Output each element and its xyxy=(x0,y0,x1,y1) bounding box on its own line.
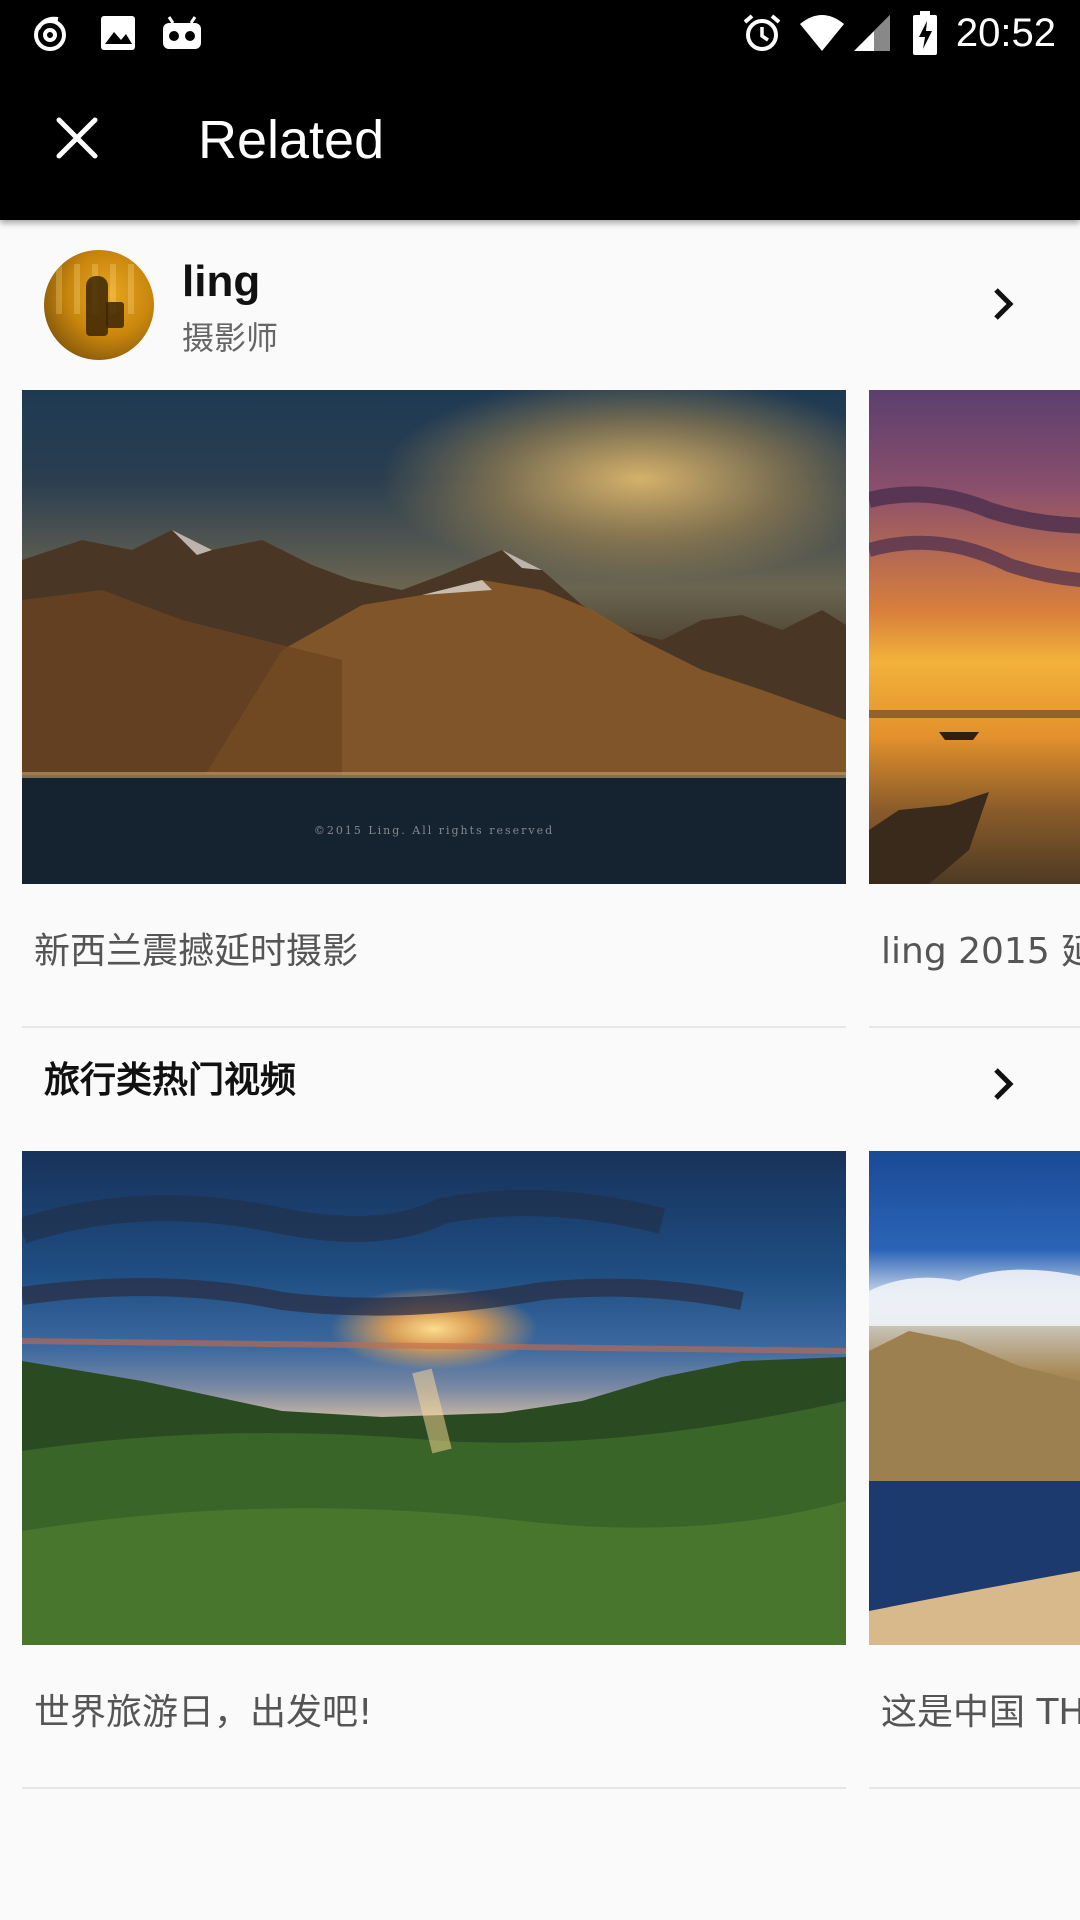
video-card[interactable]: 这是中国 TH xyxy=(869,1151,1080,1851)
app-bar: Related xyxy=(0,66,1080,220)
video-thumbnail[interactable] xyxy=(22,1151,846,1645)
chevron-right-icon[interactable] xyxy=(984,284,1024,324)
video-caption: 新西兰震撼延时摄影 xyxy=(34,931,359,972)
related-content[interactable]: ling 摄影师 ©2015 Ling. All rights reserved… xyxy=(0,220,1080,1920)
avatar[interactable] xyxy=(44,250,154,360)
video-caption: 这是中国 TH xyxy=(881,1692,1080,1733)
section-title: 旅行类热门视频 xyxy=(44,1060,297,1101)
battery-charging-icon xyxy=(910,11,940,55)
screen: 20:52 Related ling 摄影师 ©2015 Ling. All r… xyxy=(0,0,1080,1920)
image-icon xyxy=(96,11,140,55)
author-row[interactable]: ling 摄影师 xyxy=(0,220,1080,390)
status-time: 20:52 xyxy=(955,11,1056,55)
status-bar: 20:52 xyxy=(0,0,1080,66)
video-caption: ling 2015 延 xyxy=(881,931,1080,972)
divider xyxy=(22,1787,846,1789)
author-name: ling xyxy=(182,257,261,306)
chevron-right-icon[interactable] xyxy=(984,1064,1024,1104)
video-card[interactable]: 世界旅游日，出发吧! xyxy=(22,1151,846,1851)
video-caption: 世界旅游日，出发吧! xyxy=(34,1692,373,1733)
divider xyxy=(869,1026,1080,1028)
notification-swirl-icon xyxy=(28,11,72,55)
alarm-icon xyxy=(738,11,786,55)
robot-icon xyxy=(160,11,204,55)
signal-icon xyxy=(850,11,894,55)
video-card[interactable]: ©2015 Ling. All rights reserved 新西兰震撼延时摄… xyxy=(22,390,846,1250)
video-thumbnail[interactable]: ©2015 Ling. All rights reserved xyxy=(22,390,846,884)
page-title: Related xyxy=(198,110,385,170)
divider xyxy=(22,1026,846,1028)
close-icon xyxy=(55,116,99,164)
divider xyxy=(869,1787,1080,1789)
close-button[interactable] xyxy=(40,103,114,177)
video-card[interactable]: ling 2015 延 xyxy=(869,390,1080,1250)
wifi-icon xyxy=(798,11,846,55)
video-thumbnail[interactable] xyxy=(869,1151,1080,1645)
image-watermark: ©2015 Ling. All rights reserved xyxy=(313,824,555,837)
author-subtitle: 摄影师 xyxy=(182,319,279,357)
video-thumbnail[interactable] xyxy=(869,390,1080,884)
